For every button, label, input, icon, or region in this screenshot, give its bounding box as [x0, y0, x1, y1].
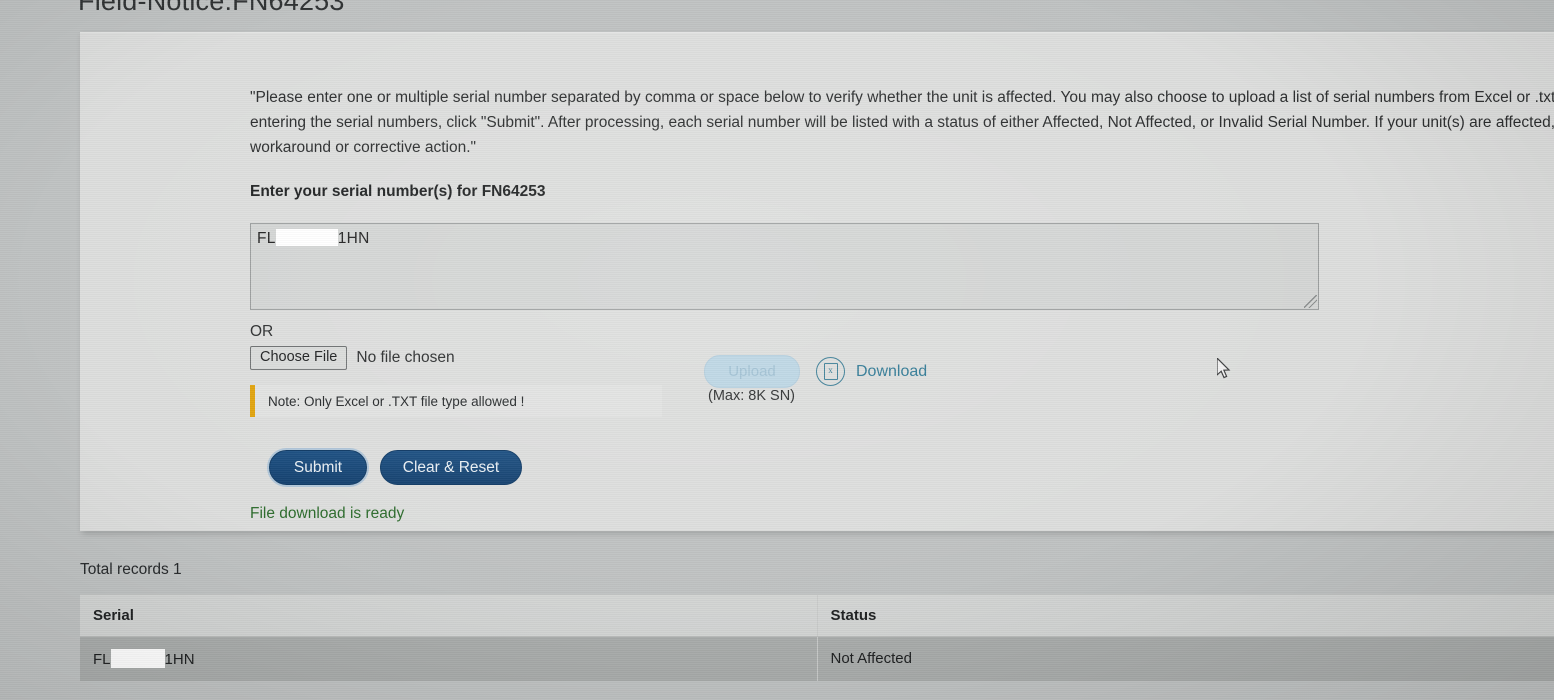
- upload-button[interactable]: Upload: [704, 355, 800, 388]
- cell-serial: FL 1HN: [80, 636, 817, 681]
- serial-number-textarea[interactable]: FL 1HN: [250, 223, 1319, 310]
- download-link-label[interactable]: Download: [856, 363, 927, 381]
- table-header-row: Serial Status: [80, 594, 1554, 637]
- excel-file-icon-glyph: x: [823, 363, 838, 380]
- total-records-label: Total records 1: [80, 561, 182, 578]
- download-group[interactable]: x Download: [816, 357, 927, 386]
- row-serial-suffix: 1HN: [164, 651, 195, 669]
- instructions-paragraph: "Please enter one or multiple serial num…: [250, 89, 1554, 156]
- serial-prefix: FL: [257, 230, 276, 247]
- file-picker-row: Choose File No file chosen: [250, 346, 455, 370]
- or-separator-label: OR: [250, 323, 274, 340]
- serial-input-label: Enter your serial number(s) for FN64253: [250, 183, 546, 200]
- file-type-note: Note: Only Excel or .TXT file type allow…: [250, 385, 662, 417]
- serial-check-panel: "Please enter one or multiple serial num…: [80, 32, 1554, 531]
- cell-status: Not Affected: [816, 636, 1554, 681]
- results-table-body: FL 1HN Not Affected: [80, 636, 1554, 681]
- file-type-note-text: Note: Only Excel or .TXT file type allow…: [268, 393, 525, 409]
- table-row[interactable]: FL 1HN Not Affected: [80, 636, 1554, 681]
- submit-button[interactable]: Submit: [269, 450, 367, 485]
- excel-file-icon: x: [816, 357, 845, 386]
- redaction-block: [275, 229, 338, 246]
- page-title: Field-Notice:FN64253: [78, 0, 345, 16]
- serial-number-value: FL 1HN: [257, 229, 370, 248]
- results-table-head: Serial Status: [80, 594, 1554, 637]
- row-serial-prefix: FL: [93, 651, 111, 669]
- clear-and-reset-button[interactable]: Clear & Reset: [380, 450, 522, 485]
- file-picker-status: No file chosen: [356, 349, 455, 366]
- serial-suffix: 1HN: [337, 230, 370, 247]
- resize-handle-icon[interactable]: [1304, 295, 1317, 308]
- column-header-status[interactable]: Status: [816, 594, 1554, 637]
- redaction-block: [110, 649, 165, 669]
- choose-file-button[interactable]: Choose File: [250, 346, 348, 370]
- mouse-cursor-icon: [1216, 356, 1233, 380]
- download-status-message: File download is ready: [250, 505, 405, 522]
- upload-max-label: (Max: 8K SN): [708, 388, 796, 404]
- results-table: Serial Status FL 1HN Not Affected: [80, 594, 1554, 681]
- column-header-serial[interactable]: Serial: [80, 594, 817, 637]
